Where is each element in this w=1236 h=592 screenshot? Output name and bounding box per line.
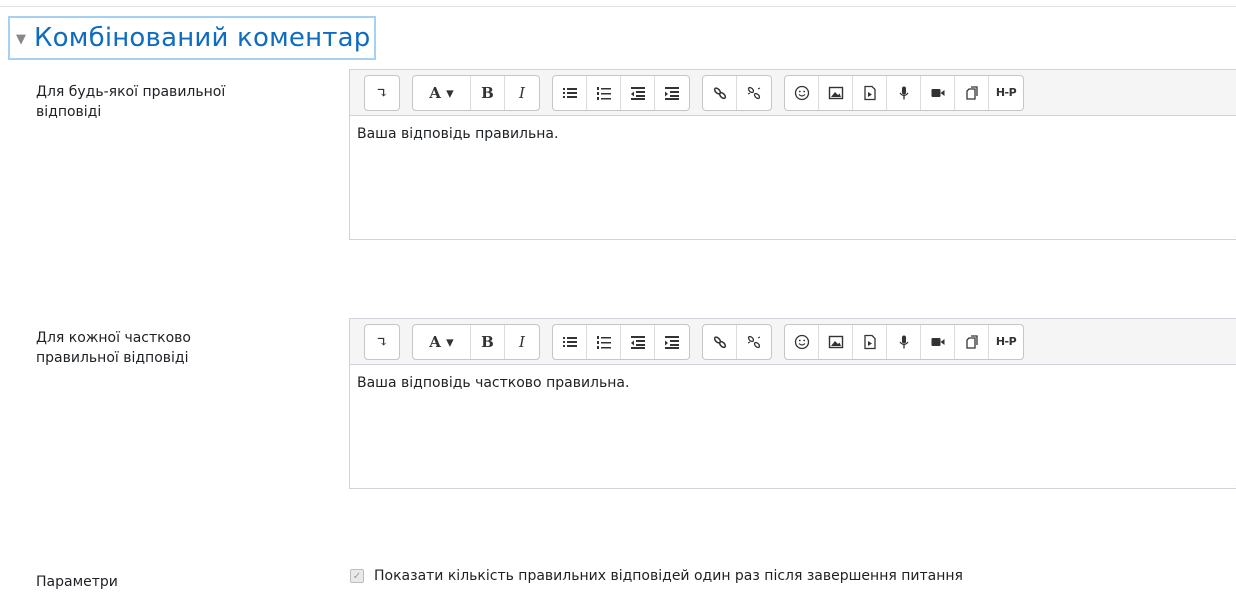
toolbar-group-collapse: ↴	[364, 74, 400, 111]
unlink-button[interactable]	[737, 325, 771, 359]
h5p-icon: H-P	[995, 86, 1017, 99]
link-button[interactable]	[703, 324, 737, 359]
toolbar-group-lists	[552, 74, 690, 111]
image-icon	[828, 86, 843, 99]
checkbox-label: Показати кількість правильних відповідей…	[374, 568, 963, 584]
video-camera-icon	[931, 337, 944, 346]
editor-partially-correct-feedback: ↴ A ▾ B I H-P Ваша відповідь частково пр…	[349, 318, 1236, 489]
field-label-correct: Для будь-якої правильної відповіді	[36, 84, 226, 120]
show-more-buttons-button[interactable]: ↴	[365, 325, 399, 359]
link-button[interactable]	[703, 75, 737, 110]
insert-h5p-button[interactable]: H-P	[989, 325, 1023, 359]
record-audio-button[interactable]	[887, 324, 921, 359]
record-video-button[interactable]	[921, 75, 955, 110]
font-style-icon: A ▾	[429, 332, 454, 351]
insert-media-button[interactable]	[853, 324, 887, 359]
unlink-icon	[747, 86, 761, 99]
ordered-list-button[interactable]	[587, 324, 621, 359]
show-more-buttons-button[interactable]: ↴	[365, 76, 399, 110]
editor-toolbar: ↴ A ▾ B I H-P	[350, 319, 1236, 365]
unordered-list-button[interactable]	[553, 324, 587, 359]
microphone-icon	[899, 335, 908, 348]
link-icon	[713, 86, 726, 99]
show-num-correct-checkbox[interactable]: ✓	[350, 569, 364, 583]
h5p-icon: H-P	[995, 335, 1017, 348]
font-style-icon: A ▾	[429, 83, 454, 102]
link-icon	[713, 335, 726, 348]
record-video-button[interactable]	[921, 324, 955, 359]
italic-button[interactable]: I	[505, 76, 539, 110]
manage-files-button[interactable]	[955, 324, 989, 359]
bold-button[interactable]: B	[471, 75, 505, 110]
insert-h5p-button[interactable]: H-P	[989, 76, 1023, 110]
insert-image-button[interactable]	[819, 75, 853, 110]
collapse-toolbar-icon: ↴	[375, 332, 389, 351]
ordered-list-icon	[596, 86, 611, 100]
section-title: Комбінований коментар	[34, 23, 371, 53]
paragraph-styles-button[interactable]: A ▾	[413, 324, 471, 359]
unordered-list-icon	[562, 87, 577, 98]
editor-toolbar: ↴ A ▾ B I H-P	[350, 70, 1236, 116]
toolbar-group-style: A ▾ B I	[412, 74, 540, 111]
outdent-button[interactable]	[621, 324, 655, 359]
italic-icon: I	[519, 332, 525, 351]
toolbar-group-style: A ▾ B I	[412, 323, 540, 360]
bold-icon: B	[481, 83, 494, 102]
indent-icon	[665, 86, 679, 100]
section-header-combined-feedback[interactable]: ▼ Комбінований коментар	[8, 16, 377, 60]
toolbar-group-lists	[552, 323, 690, 360]
insert-media-button[interactable]	[853, 75, 887, 110]
unordered-list-icon	[562, 336, 577, 347]
smiley-icon	[794, 85, 809, 100]
bold-button[interactable]: B	[471, 324, 505, 359]
indent-icon	[665, 335, 679, 349]
indent-button[interactable]	[655, 76, 689, 110]
outdent-icon	[630, 335, 645, 349]
editor-text: Ваша відповідь частково правильна.	[357, 375, 630, 391]
ordered-list-button[interactable]	[587, 75, 621, 110]
manage-files-button[interactable]	[955, 75, 989, 110]
unlink-icon	[747, 335, 761, 348]
indent-button[interactable]	[655, 325, 689, 359]
italic-icon: I	[519, 83, 525, 102]
italic-button[interactable]: I	[505, 325, 539, 359]
toolbar-group-media: H-P	[784, 323, 1024, 360]
unordered-list-button[interactable]	[553, 75, 587, 110]
smiley-icon	[794, 334, 809, 349]
collapse-toolbar-icon: ↴	[375, 83, 389, 102]
collapse-caret-icon[interactable]: ▼	[16, 32, 26, 47]
video-camera-icon	[931, 88, 944, 97]
manage-files-icon	[965, 85, 978, 100]
microphone-icon	[899, 86, 908, 99]
unlink-button[interactable]	[737, 76, 771, 110]
manage-files-icon	[965, 334, 978, 349]
top-divider	[0, 6, 1236, 7]
field-label-partially-correct: Для кожної частково правильної відповіді	[36, 330, 191, 366]
insert-image-button[interactable]	[819, 324, 853, 359]
emoticon-button[interactable]	[785, 75, 819, 110]
record-audio-button[interactable]	[887, 75, 921, 110]
ordered-list-icon	[596, 335, 611, 349]
params-label: Параметри	[36, 574, 118, 590]
editor-content-correct[interactable]: Ваша відповідь правильна.	[350, 116, 1236, 239]
toolbar-group-collapse: ↴	[364, 323, 400, 360]
media-file-icon	[863, 334, 876, 349]
paragraph-styles-button[interactable]: A ▾	[413, 75, 471, 110]
editor-correct-feedback: ↴ A ▾ B I H-P Ваша відповідь правильна.	[349, 69, 1236, 240]
outdent-button[interactable]	[621, 75, 655, 110]
toolbar-group-links	[702, 74, 772, 111]
editor-content-partially-correct[interactable]: Ваша відповідь частково правильна.	[350, 365, 1236, 488]
emoticon-button[interactable]	[785, 324, 819, 359]
toolbar-group-links	[702, 323, 772, 360]
image-icon	[828, 335, 843, 348]
bold-icon: B	[481, 332, 494, 351]
editor-text: Ваша відповідь правильна.	[357, 126, 559, 142]
toolbar-group-media: H-P	[784, 74, 1024, 111]
show-num-correct-option: ✓ Показати кількість правильних відповід…	[350, 568, 963, 584]
outdent-icon	[630, 86, 645, 100]
media-file-icon	[863, 85, 876, 100]
